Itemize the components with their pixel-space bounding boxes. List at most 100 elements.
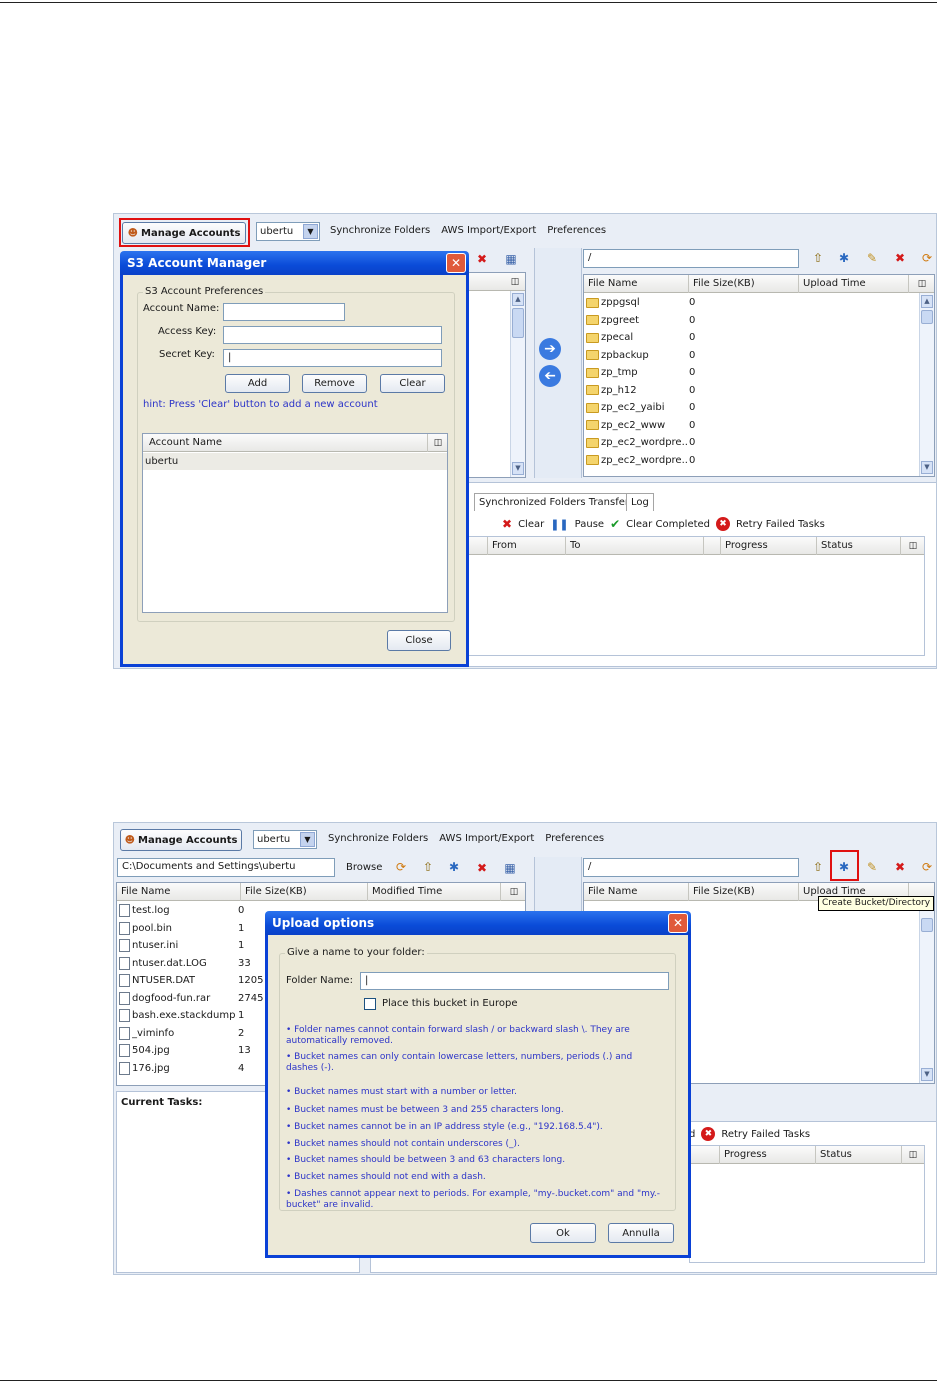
retry-icon[interactable]: ✖ (716, 517, 731, 531)
column-chooser-icon[interactable]: ◫ (914, 276, 930, 292)
list-item[interactable]: ubertu (143, 453, 447, 470)
table-row[interactable]: zpbackup 0 (586, 347, 886, 364)
local-path-field[interactable]: C:\Documents and Settings\ubertu (117, 858, 335, 877)
browse-button[interactable]: Browse (346, 862, 382, 873)
delete-icon[interactable]: ✖ (892, 250, 908, 266)
column-header[interactable]: From (488, 537, 566, 555)
table-row[interactable]: zppgsql 0 (586, 294, 886, 311)
remote-scrollbar[interactable]: ▼ (919, 901, 934, 1083)
europe-checkbox[interactable] (364, 998, 376, 1010)
table-row[interactable]: dogfood-fun.rar 2745 (119, 990, 269, 1007)
column-header[interactable]: File Size(KB) (241, 883, 368, 901)
remote-path-field[interactable]: / (583, 858, 799, 877)
menu-aws-import-export[interactable]: AWS Import/Export (441, 225, 536, 236)
remote-path-field[interactable]: / (583, 249, 799, 268)
delete-icon[interactable]: ✖ (474, 860, 490, 876)
view-icon[interactable]: ▦ (503, 251, 519, 267)
close-button[interactable]: Close (387, 630, 451, 651)
table-row[interactable]: 504.jpg 13 (119, 1042, 269, 1059)
account-name-field[interactable] (223, 303, 345, 321)
retry-failed-button[interactable]: Retry Failed Tasks (736, 519, 825, 530)
delete-icon[interactable]: ✖ (892, 859, 908, 875)
column-header[interactable]: Upload Time (799, 275, 909, 293)
tab-sync-folders-transfer[interactable]: Synchronized Folders Transfer (474, 493, 634, 511)
scroll-down-icon[interactable]: ▼ (921, 461, 933, 474)
table-row[interactable]: _viminfo 2 (119, 1025, 269, 1042)
table-row[interactable]: test.log 0 (119, 902, 269, 919)
refresh-icon[interactable]: ⟳ (919, 250, 935, 266)
column-header[interactable]: File Size(KB) (689, 275, 799, 293)
rename-icon[interactable]: ✎ (864, 250, 880, 266)
column-chooser-icon[interactable]: ◫ (430, 435, 446, 451)
table-row[interactable]: bash.exe.stackdump 1 (119, 1007, 269, 1024)
secret-key-field[interactable]: | (223, 349, 442, 367)
upload-arrow-icon[interactable]: ➔ (539, 338, 561, 360)
cancel-button[interactable]: Annulla (608, 1223, 674, 1243)
rename-icon[interactable]: ✎ (864, 859, 880, 875)
ok-button[interactable]: Ok (530, 1223, 596, 1243)
local-scrollbar[interactable]: ▲ ▼ (510, 291, 525, 477)
chevron-down-icon[interactable]: ▼ (303, 224, 318, 239)
column-header[interactable]: Status (817, 537, 901, 555)
account-select[interactable]: ubertu ▼ (256, 222, 320, 241)
column-header[interactable]: File Name (584, 275, 689, 293)
table-row[interactable]: zp_tmp 0 (586, 364, 886, 381)
table-row[interactable]: ntuser.dat.LOG 33 (119, 955, 269, 972)
parent-folder-icon[interactable]: ⇧ (810, 859, 826, 875)
retry-failed-button[interactable]: Retry Failed Tasks (721, 1129, 810, 1140)
folder-name-field[interactable]: | (360, 972, 669, 990)
column-chooser-icon[interactable]: ◫ (507, 274, 523, 290)
remote-file-list[interactable]: File Name File Size(KB) Upload Time ◫ zp… (583, 274, 935, 477)
column-header[interactable]: To (566, 537, 704, 555)
scroll-up-icon[interactable]: ▲ (921, 295, 933, 308)
table-row[interactable]: NTUSER.DAT 1205 (119, 972, 269, 989)
column-chooser-icon[interactable]: ◫ (905, 1147, 921, 1163)
column-header[interactable]: Status (816, 1146, 902, 1164)
add-button[interactable]: Add (225, 374, 290, 393)
column-chooser-icon[interactable]: ◫ (905, 538, 921, 554)
download-arrow-icon[interactable]: ➔ (539, 365, 561, 387)
manage-accounts-button[interactable]: ☻ Manage Accounts (120, 829, 242, 851)
access-key-field[interactable] (223, 326, 442, 344)
table-row[interactable]: zp_ec2_www 0 (586, 417, 886, 434)
parent-folder-icon[interactable]: ⇧ (420, 859, 436, 875)
retry-icon[interactable]: ✖ (701, 1127, 716, 1141)
table-row[interactable]: zp_ec2_wordpre... 0 (586, 452, 886, 469)
refresh-icon[interactable]: ⟳ (919, 859, 935, 875)
account-select[interactable]: ubertu ▼ (253, 830, 317, 849)
scroll-up-icon[interactable]: ▲ (512, 293, 524, 306)
table-row[interactable]: zp_ec2_wordpre... 0 (586, 434, 886, 451)
column-header[interactable]: Progress (721, 537, 817, 555)
create-bucket-icon[interactable]: ✱ (836, 250, 852, 266)
clear-icon[interactable]: ✖ (502, 517, 512, 531)
clear-tasks-button[interactable]: Clear (518, 519, 544, 530)
scroll-down-icon[interactable]: ▼ (512, 462, 524, 475)
tab-log[interactable]: Log (626, 493, 654, 511)
refresh-icon[interactable]: ⟳ (393, 859, 409, 875)
table-row[interactable]: zp_ec2_yaibi 0 (586, 399, 886, 416)
table-row[interactable]: ntuser.ini 1 (119, 937, 269, 954)
parent-folder-icon[interactable]: ⇧ (810, 250, 826, 266)
table-row[interactable]: zpecal 0 (586, 329, 886, 346)
column-header[interactable]: File Size(KB) (689, 883, 799, 901)
clear-completed-button[interactable]: Clear Completed (626, 519, 710, 530)
column-header[interactable]: Account Name (143, 434, 428, 452)
table-row[interactable]: zp_h12 0 (586, 382, 886, 399)
close-icon[interactable]: ✕ (446, 253, 466, 273)
menu-aws-import-export[interactable]: AWS Import/Export (439, 833, 534, 844)
close-icon[interactable]: ✕ (668, 913, 688, 933)
scroll-down-icon[interactable]: ▼ (921, 1068, 933, 1081)
column-header[interactable]: File Name (117, 883, 241, 901)
column-chooser-icon[interactable]: ◫ (506, 884, 522, 900)
menu-preferences[interactable]: Preferences (547, 225, 606, 236)
check-icon[interactable]: ✔ (610, 517, 620, 531)
table-row[interactable]: zpgreet 0 (586, 312, 886, 329)
pause-button[interactable]: Pause (575, 519, 604, 530)
remove-button[interactable]: Remove (302, 374, 367, 393)
delete-icon[interactable]: ✖ (474, 251, 490, 267)
menu-synchronize-folders[interactable]: Synchronize Folders (328, 833, 428, 844)
column-header[interactable]: Modified Time (368, 883, 501, 901)
menu-synchronize-folders[interactable]: Synchronize Folders (330, 225, 430, 236)
account-list[interactable]: Account Name ◫ ubertu (142, 433, 448, 613)
remote-scrollbar[interactable]: ▲ ▼ (919, 293, 934, 476)
